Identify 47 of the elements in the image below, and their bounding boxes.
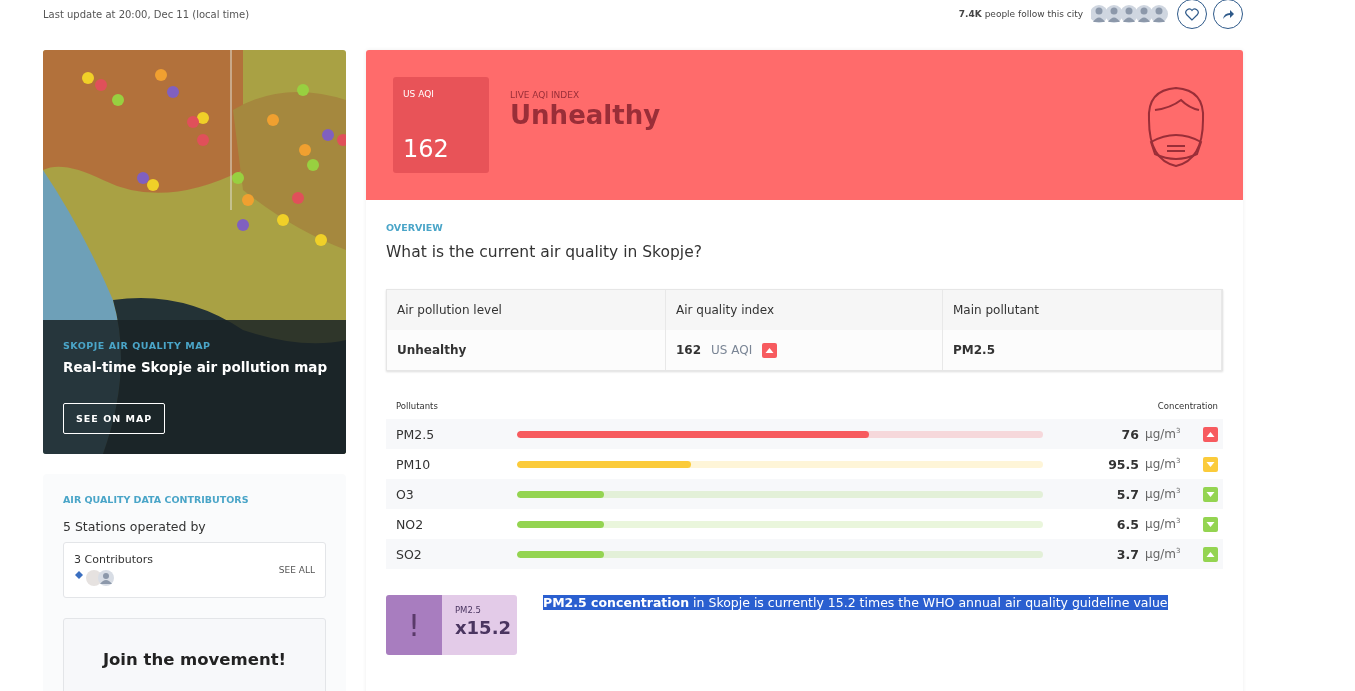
aqi-cell-value: 162 <box>676 343 702 357</box>
concentration-unit: µg/m$^{3}$ <box>1145 517 1182 531</box>
who-sentence: PM2.5 concentration in Skopje is currently 15.2 times the WHO annual air quality guideline value <box>543 595 1168 610</box>
map-title: Real-time Skopje air pollution map <box>63 359 328 375</box>
pollutant-name: PM10 <box>396 456 432 472</box>
concentration-unit: µg/m$^{3}$ <box>1145 487 1182 501</box>
follower-avatars-icon <box>1091 4 1171 24</box>
share-button[interactable] <box>1213 0 1243 29</box>
who-pollutant: PM2.5 <box>454 605 482 615</box>
table-cell: Unhealthy <box>387 330 666 370</box>
pollutants-header: Pollutants <box>396 401 438 411</box>
contributor-avatars-icon <box>74 569 114 587</box>
table-cell: PM2.5 <box>943 330 1222 370</box>
pollutant-name: SO2 <box>396 546 423 562</box>
pollutant-name: O3 <box>396 486 415 502</box>
favorite-button[interactable] <box>1177 0 1207 29</box>
followers-text: 7.4K people follow this city <box>958 9 1083 19</box>
pollutant-name: PM2.5 <box>396 426 436 442</box>
aqi-cell-unit: US AQI <box>711 343 753 357</box>
last-update-text: Last update at 20:00, Dec 11 (local time) <box>43 8 250 20</box>
concentration-value: 95.5 <box>1108 456 1139 472</box>
concentration-unit: µg/m$^{3}$ <box>1145 457 1182 471</box>
join-title: Join the movement! <box>102 649 287 669</box>
who-factor: x15.2 <box>454 617 511 638</box>
concentration-value: 76 <box>1121 426 1139 442</box>
stations-text: 5 Stations operated by <box>63 519 207 534</box>
heart-icon <box>1185 7 1199 21</box>
see-all-link[interactable]: SEE ALL <box>278 565 315 575</box>
overview-eyebrow: OVERVIEW <box>386 222 444 233</box>
overview-question: What is the current air quality in Skopje? <box>386 243 703 261</box>
live-index-label: LIVE AQI INDEX <box>510 90 581 100</box>
concentration-value: 6.5 <box>1116 516 1139 532</box>
concentration-unit: µg/m$^{3}$ <box>1145 547 1182 561</box>
concentration-header: Concentration <box>1157 401 1218 411</box>
contributors-eyebrow: AIR QUALITY DATA CONTRIBUTORS <box>63 494 250 505</box>
see-on-map-button[interactable]: SEE ON MAP <box>63 403 166 434</box>
pollutant-name: NO2 <box>396 516 425 532</box>
badge-label: US AQI <box>403 89 435 99</box>
aqi-status: Unhealthy <box>510 100 661 130</box>
concentration-value: 5.7 <box>1116 486 1139 502</box>
concentration-unit: µg/m$^{3}$ <box>1145 427 1182 441</box>
share-icon <box>1221 8 1235 20</box>
contributors-count: 3 Contributors <box>74 553 154 566</box>
warning-mark: ! <box>386 595 442 655</box>
concentration-value: 3.7 <box>1116 546 1139 562</box>
map-eyebrow: SKOPJE AIR QUALITY MAP <box>63 340 211 351</box>
aqi-value: 162 <box>403 135 450 163</box>
